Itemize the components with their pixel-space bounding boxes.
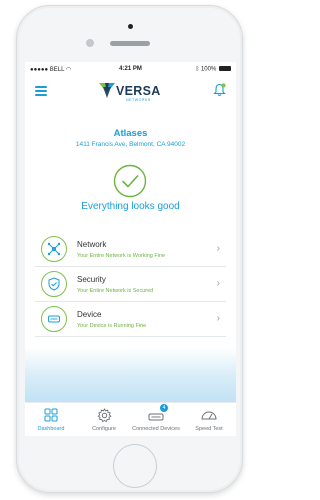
device-card[interactable]: Device Your Device is Running Fine › (35, 303, 226, 337)
site-name: Atlases (113, 128, 148, 139)
front-camera (86, 39, 94, 47)
logo-wordmark: VERSA (116, 84, 161, 98)
chevron-right-icon: › (216, 313, 220, 324)
tab-label: Dashboard (37, 426, 65, 432)
background-gradient (25, 347, 236, 402)
shield-check-icon (41, 271, 67, 297)
app-header: VERSA NETWORKS (25, 76, 236, 106)
check-circle-icon (113, 164, 147, 198)
router-device-icon (41, 306, 67, 332)
card-title: Device (77, 310, 102, 319)
chevron-right-icon: › (216, 243, 220, 254)
app-screen: ●●●●● BELL ◠ 4:21 PM ᛒ 100% VERSA NETWOR… (25, 62, 236, 436)
battery-percent: 100% (200, 66, 217, 73)
card-subtitle: Your Entire Network is Working Fine (77, 253, 166, 259)
versa-logo-mark-icon (99, 83, 115, 98)
versa-logo: VERSA NETWORKS (99, 81, 169, 105)
earpiece-speaker (110, 41, 150, 46)
card-subtitle: Your Entire Network is Secured (77, 288, 154, 294)
bottom-tab-bar: Dashboard Configure 4 Connected Devices … (25, 402, 236, 436)
card-title: Security (77, 275, 106, 284)
tab-label: Speed Test (195, 426, 223, 432)
gear-icon (78, 408, 130, 423)
logo-subtitle: NETWORKS (126, 98, 151, 102)
notification-bell-icon[interactable] (213, 83, 226, 97)
chevron-right-icon: › (216, 278, 220, 289)
status-bar: ●●●●● BELL ◠ 4:21 PM ᛒ 100% (25, 62, 236, 76)
proximity-sensor (128, 24, 133, 29)
battery-icon (219, 66, 231, 71)
tab-dashboard[interactable]: Dashboard (25, 403, 77, 436)
overall-status-message: Everything looks good (81, 201, 180, 212)
bluetooth-icon: ᛒ (195, 66, 200, 73)
speedometer-icon (183, 408, 235, 423)
network-icon (41, 236, 67, 262)
tab-speed-test[interactable]: Speed Test (183, 403, 235, 436)
tab-label: Configure (92, 426, 116, 432)
phone-frame: ●●●●● BELL ◠ 4:21 PM ᛒ 100% VERSA NETWOR… (16, 5, 243, 493)
network-card[interactable]: Network Your Entire Network is Working F… (35, 233, 226, 267)
card-title: Network (77, 240, 107, 249)
devices-router-icon (130, 408, 182, 423)
dashboard-grid-icon (25, 408, 77, 423)
site-address: 1411 Francis Ave, Belmont, CA 94002 (75, 141, 186, 148)
tab-configure[interactable]: Configure (78, 403, 130, 436)
card-subtitle: Your Device is Running Fine (77, 323, 147, 329)
hamburger-menu-icon[interactable] (35, 86, 47, 96)
tab-connected-devices[interactable]: 4 Connected Devices (130, 403, 182, 436)
devices-count-badge: 4 (160, 404, 168, 412)
security-card[interactable]: Security Your Entire Network is Secured … (35, 268, 226, 302)
home-button[interactable] (113, 444, 157, 488)
status-battery-group: ᛒ 100% (196, 66, 231, 73)
tab-label: Connected Devices (132, 426, 180, 432)
